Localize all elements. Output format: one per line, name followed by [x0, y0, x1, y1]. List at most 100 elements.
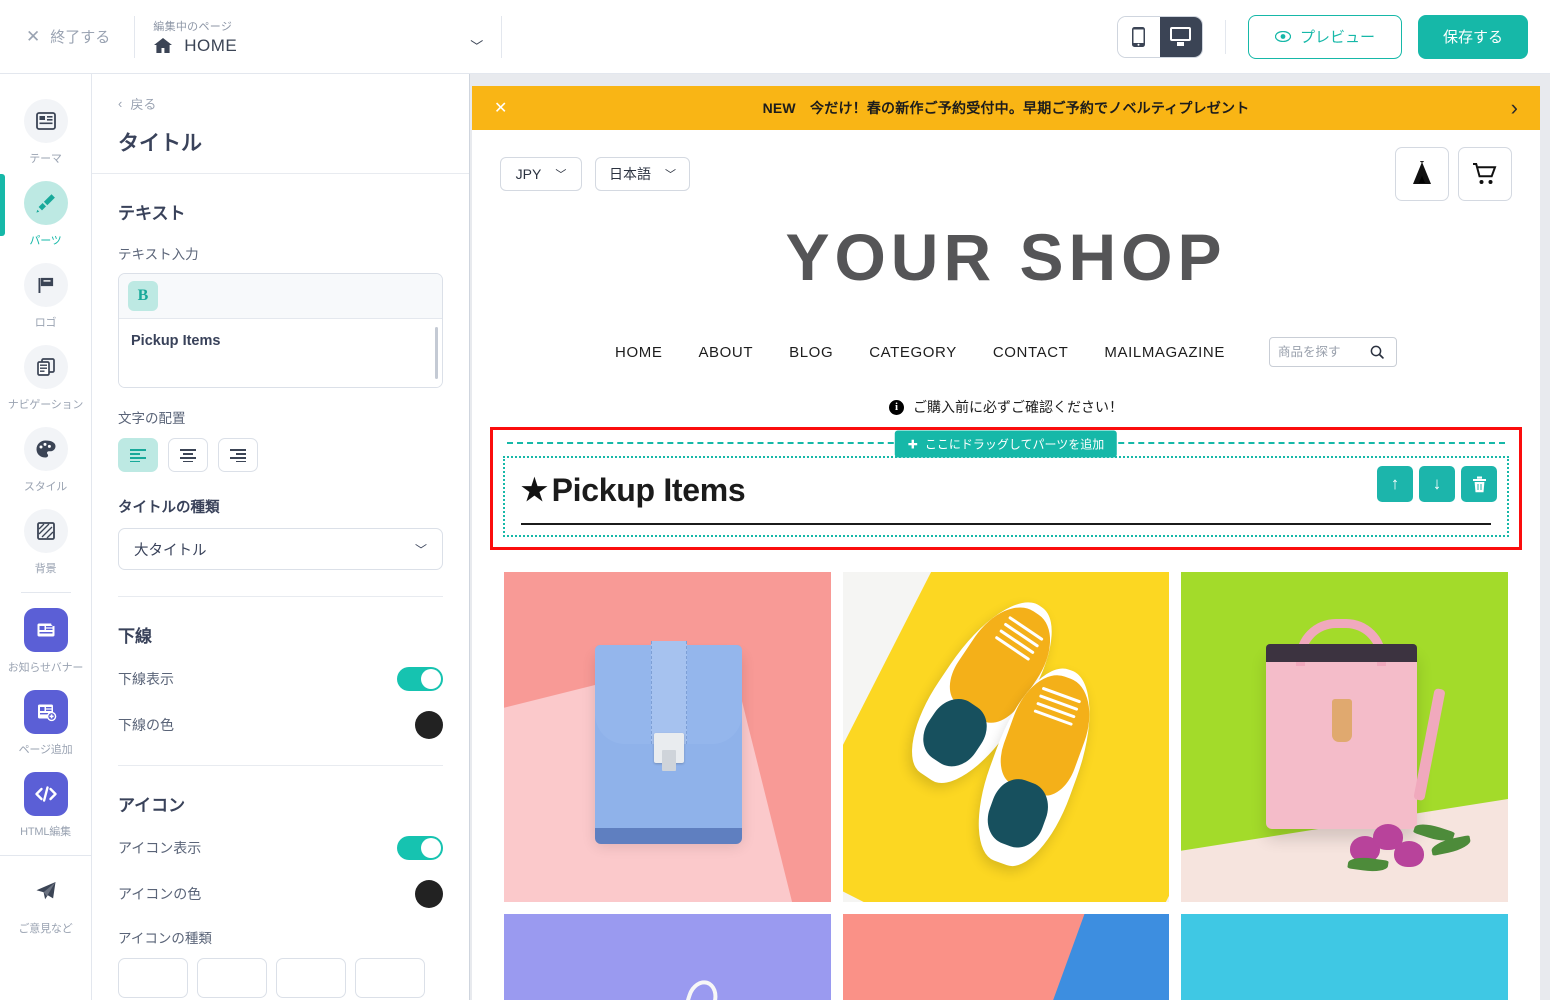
teepee-icon: [1413, 161, 1431, 184]
product-card-yellow-sneakers[interactable]: [842, 572, 1170, 902]
plus-icon: ✚: [907, 437, 918, 451]
device-toggle[interactable]: [1116, 15, 1203, 58]
icon-color-label: アイコンの色: [118, 886, 202, 902]
sidebar-item-navigation[interactable]: ナビゲーション: [0, 336, 91, 418]
divider-2: [118, 765, 443, 766]
title-type-select[interactable]: 大タイトル ﹀: [118, 528, 443, 570]
theme-icon: [35, 112, 56, 130]
back-label: 戻る: [130, 97, 157, 112]
panel-header: ‹ 戻る タイトル: [92, 74, 469, 174]
text-input[interactable]: Pickup Items: [119, 319, 442, 387]
search-box[interactable]: [1268, 337, 1397, 367]
sidebar-item-add-page[interactable]: ページ追加: [0, 681, 91, 763]
text-input-container: B Pickup Items: [118, 273, 443, 388]
title-type-label: タイトルの種類: [118, 500, 220, 516]
site-preview: ✕ NEW 今だけ！春の新作ご予約受付中。早期ご予約でノベルティプレゼント › …: [472, 86, 1540, 1000]
underline-show-toggle[interactable]: [397, 667, 443, 691]
sidebar-item-parts[interactable]: パーツ: [0, 172, 91, 254]
sidebar-item-feedback[interactable]: ご意見など: [0, 860, 91, 942]
drop-hint-badge[interactable]: ✚ ここにドラッグしてパーツを追加: [894, 430, 1118, 458]
cart-icon: [1473, 163, 1497, 184]
delete-button[interactable]: [1461, 466, 1497, 502]
icon-type-group: [118, 958, 443, 998]
product-card-salmon-blue[interactable]: [842, 914, 1170, 1000]
promo-banner[interactable]: ✕ NEW 今だけ！春の新作ご予約受付中。早期ご予約でノベルティプレゼント ›: [472, 86, 1540, 130]
product-card-white-shoe[interactable]: [504, 914, 831, 1000]
part-title-text: Pickup Items: [551, 472, 746, 508]
nav-link-contact[interactable]: CONTACT: [993, 344, 1069, 361]
textarea-scrollbar[interactable]: [435, 327, 438, 379]
cart-button[interactable]: [1458, 147, 1512, 201]
search-input[interactable]: [1277, 345, 1370, 359]
info-icon: i: [889, 399, 904, 415]
product-card-blue-bag[interactable]: [504, 572, 831, 902]
icon-type-option-3[interactable]: [276, 958, 346, 998]
site-icon-buttons: [1395, 147, 1512, 201]
underline-color-row: 下線の色: [118, 711, 443, 739]
page-name: HOME: [184, 35, 238, 55]
align-center-button[interactable]: [168, 438, 208, 472]
icon-section-heading: アイコン: [118, 796, 186, 815]
align-left-button[interactable]: [118, 438, 158, 472]
product-card-cyan[interactable]: [1181, 914, 1508, 1000]
preview-button[interactable]: プレビュー: [1247, 14, 1402, 59]
align-center-icon: [180, 448, 196, 462]
teepee-button[interactable]: [1395, 147, 1449, 201]
currency-select[interactable]: JPY ﹀: [500, 157, 582, 191]
move-down-button[interactable]: ↓: [1419, 466, 1455, 502]
icon-color-swatch[interactable]: [415, 880, 443, 908]
shop-logo: YOUR SHOP: [785, 220, 1227, 294]
eye-icon: [1274, 31, 1291, 42]
sidebar-item-html-edit[interactable]: HTML編集: [0, 763, 91, 845]
close-icon[interactable]: ✕: [494, 98, 507, 118]
back-button[interactable]: ‹ 戻る: [118, 94, 443, 113]
nav-link-mailmagazine[interactable]: MAILMAGAZINE: [1104, 344, 1225, 361]
divider-2: [501, 15, 503, 58]
desktop-view-button[interactable]: [1159, 16, 1202, 57]
sidebar-item-background[interactable]: 背景: [0, 500, 91, 582]
sidebar-label: ロゴ: [34, 317, 57, 329]
chevron-right-icon[interactable]: ›: [1511, 95, 1518, 121]
drop-zone[interactable]: ✚ ここにドラッグしてパーツを追加: [507, 430, 1505, 458]
purchase-notice[interactable]: i ご購入前に必ずご確認ください！: [472, 397, 1540, 417]
text-toolbar: B: [119, 274, 442, 319]
palette-icon: [36, 440, 56, 457]
icon-type-option-1[interactable]: [118, 958, 188, 998]
preview-label: プレビュー: [1299, 29, 1375, 46]
language-select[interactable]: 日本語 ﹀: [595, 157, 690, 191]
icon-show-toggle[interactable]: [397, 836, 443, 860]
nav-link-blog[interactable]: BLOG: [789, 344, 833, 361]
nav-link-home[interactable]: HOME: [615, 344, 662, 361]
sidebar-item-logo[interactable]: ロゴ: [0, 254, 91, 336]
save-button[interactable]: 保存する: [1417, 14, 1528, 59]
site-navigation: HOME ABOUT BLOG CATEGORY CONTACT MAILMAG…: [472, 337, 1540, 367]
star-icon: ★: [521, 473, 548, 507]
search-icon: [1370, 345, 1384, 359]
icon-show-row: アイコン表示: [118, 836, 443, 860]
brush-icon: [35, 194, 55, 213]
sidebar-item-style[interactable]: スタイル: [0, 418, 91, 500]
nav-link-category[interactable]: CATEGORY: [869, 344, 957, 361]
page-selector[interactable]: 編集中のページ HOME ﹀: [153, 18, 483, 56]
move-up-button[interactable]: ↑: [1377, 466, 1413, 502]
text-input-label: テキスト入力: [118, 247, 199, 262]
underline-color-swatch[interactable]: [415, 711, 443, 739]
sidebar-label: HTML編集: [20, 826, 71, 838]
title-part[interactable]: ★ Pickup Items ↑ ↓: [503, 456, 1509, 537]
promo-text: NEW 今だけ！春の新作ご予約受付中。早期ご予約でノベルティプレゼント: [762, 100, 1250, 116]
bold-button[interactable]: B: [128, 281, 158, 311]
page-selector-label: 編集中のページ: [153, 20, 233, 33]
sidebar-item-notice-banner[interactable]: お知らせバナー: [0, 599, 91, 681]
mobile-view-button[interactable]: [1117, 16, 1160, 57]
nav-link-about[interactable]: ABOUT: [698, 344, 753, 361]
icon-type-option-2[interactable]: [197, 958, 267, 998]
rail-divider-2: [0, 855, 91, 856]
exit-button[interactable]: ✕ 終了する: [26, 26, 110, 47]
part-title-row: ★ Pickup Items: [521, 472, 1491, 509]
divider-3: [1224, 19, 1226, 54]
part-toolbar: ↑ ↓: [1377, 466, 1497, 502]
product-card-pink-bag[interactable]: [1181, 572, 1508, 902]
align-right-button[interactable]: [218, 438, 258, 472]
sidebar-item-theme[interactable]: テーマ: [0, 90, 91, 172]
icon-type-option-4[interactable]: [355, 958, 425, 998]
